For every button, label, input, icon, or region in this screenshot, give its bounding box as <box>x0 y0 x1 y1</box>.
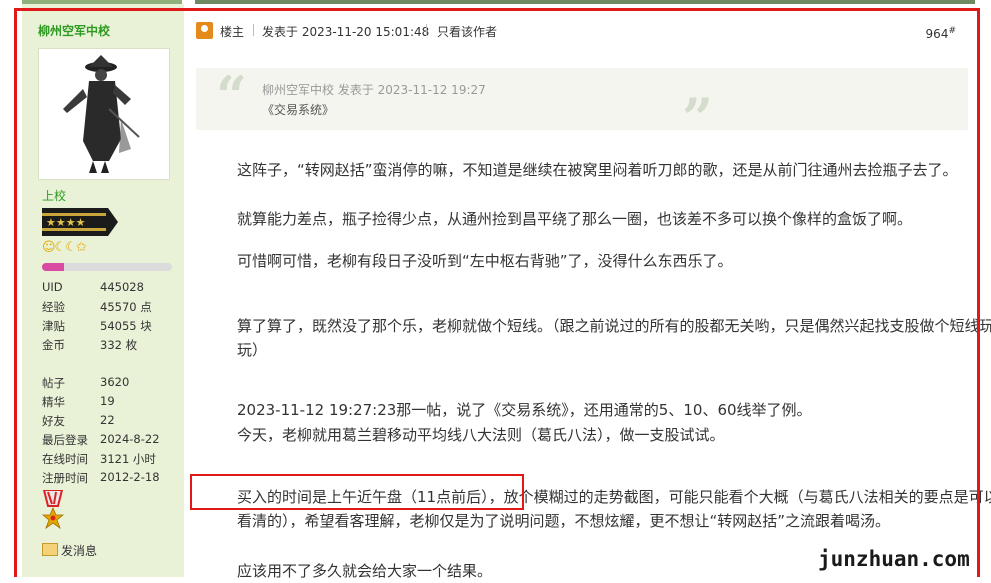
floor-sup: # <box>948 26 956 36</box>
quote-text: 《交易系统》 <box>262 103 335 117</box>
level-progress-bar <box>42 263 172 271</box>
stat-key: 好友 <box>42 414 65 428</box>
stat-value: 3121 小时 <box>100 452 156 466</box>
send-message-button[interactable]: 发消息 <box>42 542 97 559</box>
avatar[interactable] <box>38 48 170 180</box>
user-rank: 上校 <box>42 189 67 203</box>
post-paragraph: 今天，老柳就用葛兰碧移动平均线八大法则（葛氏八法），做一支股试试。 <box>237 426 725 444</box>
site-watermark: junzhuan.com <box>818 547 970 571</box>
avatar-swordsman-image <box>63 55 140 173</box>
rank-insignia-icon: ★★★★ <box>42 208 118 236</box>
post-paragraph: 这阵子，“转网赵括”蛮消停的嘛，不知道是继续在被窝里闷着听刀郎的歌，还是从前门往… <box>237 161 958 179</box>
username-link[interactable]: 柳州空军中校 <box>38 22 110 39</box>
quote-close-icon: ” <box>682 86 714 150</box>
stat-row: 注册时间 2012-2-18 <box>42 470 182 488</box>
stat-row: 津贴 54055 块 <box>42 318 182 336</box>
highlight-box <box>190 474 524 510</box>
quote-meta: 柳州空军中校 发表于 2023-11-12 19:27 <box>262 83 486 97</box>
post-paragraph: 可惜啊可惜，老柳有段日子没听到“左中枢右背驰”了，没得什么东西乐了。 <box>237 252 733 270</box>
stat-key: 精华 <box>42 395 65 409</box>
svg-text:★★★★: ★★★★ <box>46 216 86 229</box>
stat-value: 19 <box>100 394 115 408</box>
stat-row[interactable]: 精华 19 <box>42 394 182 412</box>
stat-key: 津贴 <box>42 319 65 333</box>
level-stars-icon: ☺☾☾✩ <box>42 240 87 255</box>
stat-row[interactable]: 好友 22 <box>42 413 182 431</box>
stat-row: 金币 332 枚 <box>42 337 182 355</box>
post-header: 楼主 发表于 2023-11-20 15:01:48 只看该作者 964# <box>196 20 966 42</box>
stat-value: 332 枚 <box>100 338 138 352</box>
post-paragraph: 算了算了，既然没了那个乐，老柳就做个短线。（跟之前说过的所有的股都无关哟，只是偶… <box>237 317 991 359</box>
message-icon <box>42 543 58 556</box>
send-message-label: 发消息 <box>61 544 98 558</box>
stat-value: 22 <box>100 413 115 427</box>
stat-key: 注册时间 <box>42 471 88 485</box>
stat-value: 45570 点 <box>100 300 152 314</box>
stat-key: 经验 <box>42 300 65 314</box>
stat-key: 最后登录 <box>42 433 88 447</box>
stat-key: 帖子 <box>42 376 65 390</box>
medal-icon <box>42 490 64 530</box>
role-label: 楼主 <box>220 25 245 39</box>
stat-value: 54055 块 <box>100 319 152 333</box>
thread-starter-icon <box>196 22 213 39</box>
divider <box>253 24 254 36</box>
floor-value: 964 <box>925 27 949 41</box>
stat-key: 金币 <box>42 338 65 352</box>
post-date: 发表于 2023-11-20 15:01:48 <box>262 25 430 39</box>
stat-value: 2024-8-22 <box>100 432 160 446</box>
stat-row: UID 445028 <box>42 280 182 298</box>
stat-key: 在线时间 <box>42 452 88 466</box>
stat-key: UID <box>42 280 63 294</box>
post-paragraph: 2023-11-12 19:27:23那一帖，说了《交易系统》，还用通常的5、1… <box>237 401 812 419</box>
stat-row: 在线时间 3121 小时 <box>42 451 182 469</box>
stat-value: 445028 <box>100 280 144 294</box>
stat-value: 3620 <box>100 375 130 389</box>
stat-row[interactable]: 帖子 3620 <box>42 375 182 393</box>
stat-value: 2012-2-18 <box>100 470 160 484</box>
post-paragraph: 就算能力差点，瓶子捡得少点，从通州捡到昌平绕了那么一圈，也该差不多可以换个像样的… <box>237 210 913 228</box>
quote-block: “ ” 柳州空军中校 发表于 2023-11-12 19:27 《交易系统》 <box>196 64 968 150</box>
only-author-link[interactable]: 只看该作者 <box>437 23 497 40</box>
divider <box>426 24 427 36</box>
quote-open-icon: “ <box>216 64 248 128</box>
stat-row: 最后登录 2024-8-22 <box>42 432 182 450</box>
floor-number[interactable]: 964# <box>926 26 956 41</box>
stat-row: 经验 45570 点 <box>42 299 182 317</box>
